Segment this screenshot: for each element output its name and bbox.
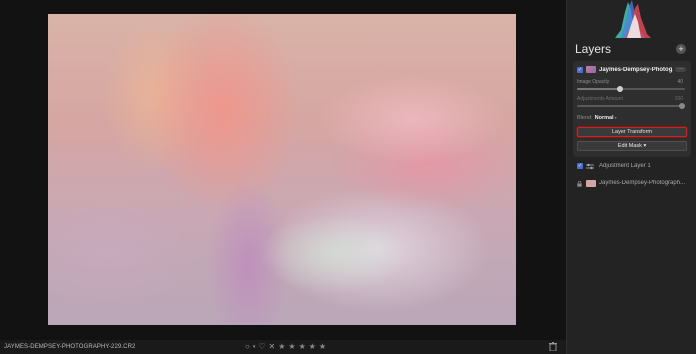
star-icon-2[interactable]: ★ bbox=[288, 342, 295, 352]
app-window: JAYMES-DEMPSEY-PHOTOGRAPHY-229.CR2 ○ ▾ ♡… bbox=[0, 0, 696, 354]
layer-name[interactable]: Adjustment Layer 1 bbox=[599, 163, 651, 169]
layer-visibility-checkbox[interactable]: ✓ bbox=[577, 67, 583, 73]
add-layer-button[interactable]: + bbox=[676, 44, 686, 54]
photo-bokeh-white bbox=[258, 214, 408, 294]
color-label-icon[interactable]: ○ bbox=[245, 342, 250, 352]
file-name: JAYMES-DEMPSEY-PHOTOGRAPHY-229.CR2 bbox=[4, 344, 136, 350]
status-bar: JAYMES-DEMPSEY-PHOTOGRAPHY-229.CR2 ○ ▾ ♡… bbox=[0, 340, 566, 354]
canvas-area bbox=[0, 0, 566, 340]
rating-group: ○ ▾ ♡ ✕ ★ ★ ★ ★ ★ bbox=[245, 342, 326, 352]
image-opacity-handle[interactable] bbox=[617, 86, 623, 92]
layer-row-adjustment[interactable]: ✓ Adjustment Layer 1 bbox=[573, 160, 691, 174]
adjustments-amount-label: Adjustments Amount bbox=[577, 96, 623, 102]
panel-title: Layers bbox=[575, 42, 612, 56]
image-opacity-slider[interactable] bbox=[577, 86, 685, 92]
adjustments-amount-slider[interactable] bbox=[577, 103, 685, 109]
active-layer-card: ✓ Jaymes-Dempsey-Photog... ··· Image Opa… bbox=[573, 61, 691, 157]
lock-icon bbox=[577, 181, 582, 187]
adjustment-layer-icon bbox=[586, 163, 594, 170]
photo-preview[interactable] bbox=[48, 14, 516, 325]
layer-thumbnail bbox=[586, 180, 596, 187]
layers-panel: Layers + ✓ Jaymes-Dempsey-Photog... ··· … bbox=[566, 0, 696, 354]
layer-row-base-image[interactable]: Jaymes-Dempsey-Photograph... bbox=[573, 177, 691, 191]
layer-transform-button[interactable]: Layer Transform bbox=[577, 127, 687, 137]
blend-mode-value[interactable]: Normal bbox=[595, 115, 614, 121]
star-icon-3[interactable]: ★ bbox=[299, 342, 306, 352]
layer-visibility-checkbox[interactable]: ✓ bbox=[577, 163, 583, 169]
star-icon-5[interactable]: ★ bbox=[319, 342, 326, 352]
blend-mode-row[interactable]: Blend: Normal▾ bbox=[577, 115, 617, 121]
adjustments-amount-fill bbox=[577, 105, 685, 107]
star-icon-4[interactable]: ★ bbox=[309, 342, 316, 352]
layer-name[interactable]: Jaymes-Dempsey-Photograph... bbox=[599, 180, 689, 186]
image-opacity-value: 40 bbox=[677, 79, 683, 85]
star-icon-1[interactable]: ★ bbox=[278, 342, 285, 352]
adjustments-amount-value: 100 bbox=[674, 96, 683, 102]
adjustments-amount-handle[interactable] bbox=[679, 103, 685, 109]
image-opacity-label: Image Opacity bbox=[577, 79, 610, 85]
histogram bbox=[615, 0, 651, 38]
blend-label: Blend: bbox=[577, 115, 593, 121]
heart-icon[interactable]: ♡ bbox=[258, 342, 265, 352]
image-opacity-fill bbox=[577, 88, 620, 90]
reject-icon[interactable]: ✕ bbox=[269, 342, 276, 352]
layer-thumbnail bbox=[586, 66, 596, 73]
layer-options-button[interactable]: ··· bbox=[675, 67, 686, 72]
chevron-down-icon[interactable]: ▾ bbox=[253, 342, 256, 352]
photo-bokeh-pink bbox=[318, 74, 508, 164]
active-layer-name[interactable]: Jaymes-Dempsey-Photog... bbox=[599, 67, 673, 73]
edit-mask-button[interactable]: Edit Mask ▾ bbox=[577, 141, 687, 151]
chevron-down-icon[interactable]: ▾ bbox=[615, 115, 617, 120]
trash-icon[interactable] bbox=[549, 342, 557, 351]
